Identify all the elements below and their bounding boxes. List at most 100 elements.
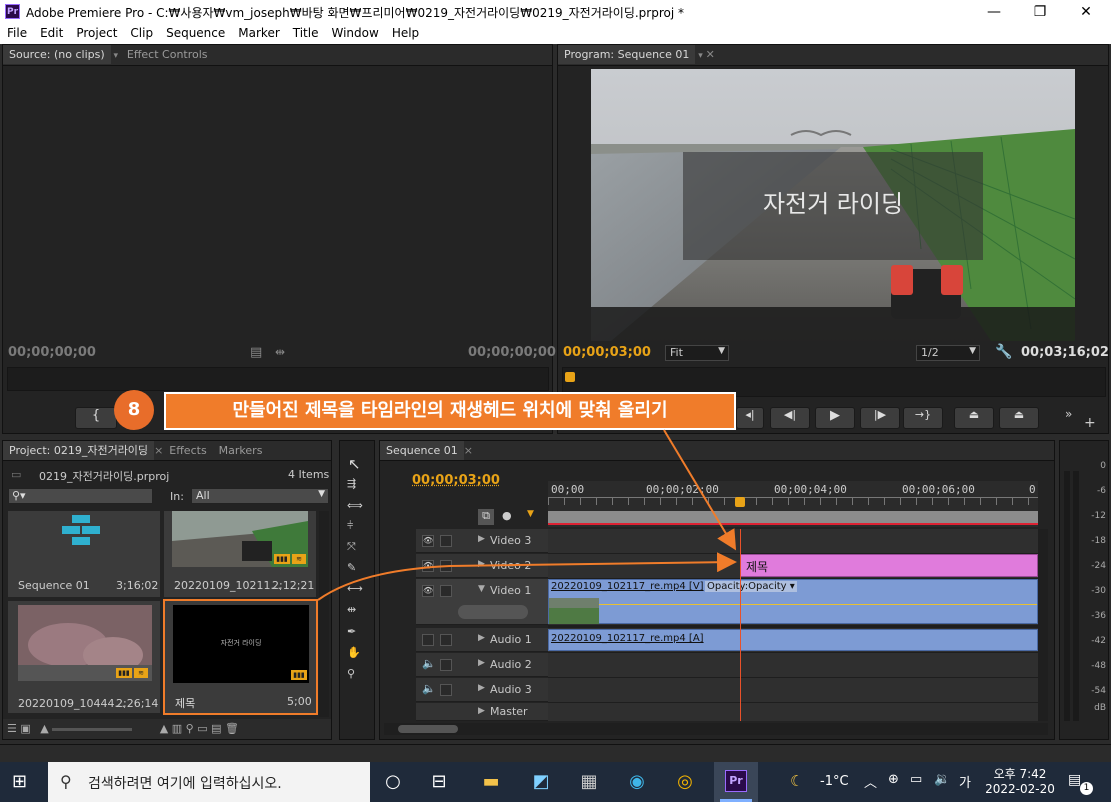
zoom-tool-icon[interactable]: ⚲: [347, 667, 355, 680]
rolling-edit-tool-icon[interactable]: ⫩: [347, 519, 353, 533]
expand-arrow-icon[interactable]: ▶: [478, 633, 485, 643]
in-point-icon[interactable]: ▼: [527, 509, 534, 519]
audio-clip[interactable]: 20220109_102117_re.mp4 [A]: [548, 629, 1038, 651]
eye-icon[interactable]: 👁: [422, 535, 434, 547]
project-item-video-1[interactable]: ▮▮▮ ≋ 20220109_10211... 2;12;21: [164, 511, 316, 597]
zoom-small-icon[interactable]: ▲: [40, 722, 48, 735]
wrench-icon[interactable]: 🔧: [995, 344, 1012, 360]
tab-effects[interactable]: Effects: [163, 441, 212, 460]
add-button-icon[interactable]: +: [1084, 415, 1096, 431]
edge-icon[interactable]: ◉: [622, 768, 652, 796]
expand-arrow-icon[interactable]: ▶: [478, 683, 485, 693]
opacity-dropdown[interactable]: Opacity:Opacity ▾: [705, 581, 797, 592]
slide-tool-icon[interactable]: ⇹: [347, 603, 356, 616]
close-button[interactable]: ✕: [1063, 0, 1109, 24]
time-ruler[interactable]: 00;00 00;00;02;00 00;00;04;00 00;00;06;0…: [548, 481, 1038, 527]
source-timecode-out[interactable]: 00;00;00;00: [468, 345, 556, 360]
track-select-tool-icon[interactable]: ⇶: [347, 477, 356, 490]
minimize-button[interactable]: —: [971, 0, 1017, 24]
close-tab-icon[interactable]: ×: [464, 444, 473, 457]
razor-tool-icon[interactable]: ✎: [347, 561, 356, 574]
weather-moon-icon[interactable]: ☾: [790, 772, 803, 790]
video-clip[interactable]: 20220109_102117_re.mp4 [V] Opacity:Opaci…: [548, 579, 1038, 624]
selection-tool-icon[interactable]: ↖: [348, 455, 361, 473]
menu-window[interactable]: Window: [324, 24, 384, 40]
lift-button[interactable]: ⏏: [954, 407, 994, 429]
play-button[interactable]: ▶: [815, 407, 855, 429]
chrome-icon[interactable]: ◎: [670, 768, 700, 796]
expand-arrow-icon[interactable]: ▶: [478, 658, 485, 668]
tray-chevron-icon[interactable]: ︿: [864, 772, 877, 791]
menu-marker[interactable]: Marker: [231, 24, 285, 40]
search-input[interactable]: ⚲▾: [8, 488, 153, 504]
timeline-track-area[interactable]: 제목 20220109_102117_re.mp4 [V] Opacity:Op…: [548, 529, 1038, 721]
new-bin-icon[interactable]: ▭: [197, 722, 207, 735]
maximize-button[interactable]: ❐: [1017, 0, 1063, 24]
trash-icon[interactable]: 🗑: [225, 722, 239, 735]
source-timecode-in[interactable]: 00;00;00;00: [8, 345, 96, 360]
speaker-icon[interactable]: 🔈: [422, 657, 436, 670]
timeline-playhead-line[interactable]: [740, 529, 741, 721]
fit-select[interactable]: Fit ▼: [665, 345, 729, 361]
expand-arrow-icon[interactable]: ▶: [478, 559, 485, 569]
tab-project[interactable]: Project: 0219_자전거라이딩: [3, 441, 155, 460]
in-select[interactable]: All ▼: [191, 488, 329, 504]
icon-view-icon[interactable]: ▣: [20, 722, 30, 735]
marker-icon[interactable]: ●: [502, 509, 512, 522]
menu-title[interactable]: Title: [286, 24, 325, 40]
menu-project[interactable]: Project: [69, 24, 123, 40]
expand-arrow-icon[interactable]: ▼: [478, 584, 485, 594]
menu-file[interactable]: File: [0, 24, 33, 40]
menu-help[interactable]: Help: [385, 24, 425, 40]
playhead-marker[interactable]: [565, 372, 575, 382]
expand-arrow-icon[interactable]: ▶: [478, 534, 485, 544]
hand-tool-icon[interactable]: ✋: [347, 646, 361, 659]
trim-icon[interactable]: ⇹: [275, 345, 285, 359]
eye-icon[interactable]: 👁: [422, 585, 434, 597]
weather-temp[interactable]: -1°C: [820, 774, 849, 789]
timeline-playhead-handle[interactable]: [735, 497, 745, 507]
people-icon[interactable]: ⊕: [888, 772, 899, 787]
rate-stretch-tool-icon[interactable]: ⤧: [347, 540, 356, 554]
extract-button[interactable]: ⏏: [999, 407, 1039, 429]
source-scrub-bar[interactable]: [7, 367, 549, 391]
lock-icon[interactable]: [440, 684, 452, 696]
step-forward-button[interactable]: |▶: [860, 407, 900, 429]
step-back-marker-button[interactable]: ◂|: [736, 407, 764, 429]
windows-start-icon[interactable]: ⊞: [12, 772, 34, 792]
dropdown-icon[interactable]: ▾: [111, 51, 121, 61]
notepad-icon[interactable]: ◩: [526, 768, 556, 796]
file-explorer-icon[interactable]: ▬: [476, 768, 506, 796]
resolution-select[interactable]: 1/2 ▼: [916, 345, 980, 361]
slip-tool-icon[interactable]: ⟷: [347, 582, 363, 595]
timeline-vertical-scrollbar[interactable]: [1038, 529, 1048, 721]
close-tab-icon[interactable]: ×: [154, 444, 163, 457]
program-monitor-frame[interactable]: 자전거 라이딩: [591, 69, 1075, 341]
close-tab-icon[interactable]: ✕: [706, 48, 715, 61]
new-item-icon[interactable]: ▤: [211, 722, 221, 735]
menu-edit[interactable]: Edit: [33, 24, 69, 40]
tab-program[interactable]: Program: Sequence 01: [558, 45, 696, 64]
keyframe-navigator[interactable]: [458, 605, 528, 619]
go-to-out-button[interactable]: →}: [903, 407, 943, 429]
speaker-toggle-icon[interactable]: [422, 634, 434, 646]
title-clip[interactable]: 제목: [740, 554, 1038, 577]
premiere-taskbar-item[interactable]: Pr: [714, 762, 758, 802]
ripple-edit-tool-icon[interactable]: ⟺: [347, 499, 363, 512]
eye-icon[interactable]: 👁: [422, 560, 434, 572]
taskbar-search[interactable]: ⚲ 검색하려면 여기에 입력하십시오.: [48, 762, 370, 802]
volume-icon[interactable]: 🔉: [934, 772, 950, 787]
lock-icon[interactable]: [440, 560, 452, 572]
automate-icon[interactable]: ▥: [172, 722, 182, 735]
lock-icon[interactable]: [440, 585, 452, 597]
project-item-video-2[interactable]: ▮▮▮ ≋ 20220109_10444... 2;26;14: [8, 601, 160, 713]
snap-icon[interactable]: ⧉: [478, 509, 494, 525]
pen-tool-icon[interactable]: ✒: [347, 625, 356, 638]
menu-clip[interactable]: Clip: [123, 24, 159, 40]
project-item-title[interactable]: 자전거 라이딩 ▮▮▮ 제목 5;00: [163, 599, 318, 715]
clock-time[interactable]: 오후 7:42: [990, 765, 1050, 782]
notification-center-icon[interactable]: ▤: [1068, 772, 1081, 788]
mark-in-button[interactable]: {: [75, 407, 117, 429]
step-back-button[interactable]: ◀|: [770, 407, 810, 429]
tab-source[interactable]: Source: (no clips): [3, 45, 111, 64]
